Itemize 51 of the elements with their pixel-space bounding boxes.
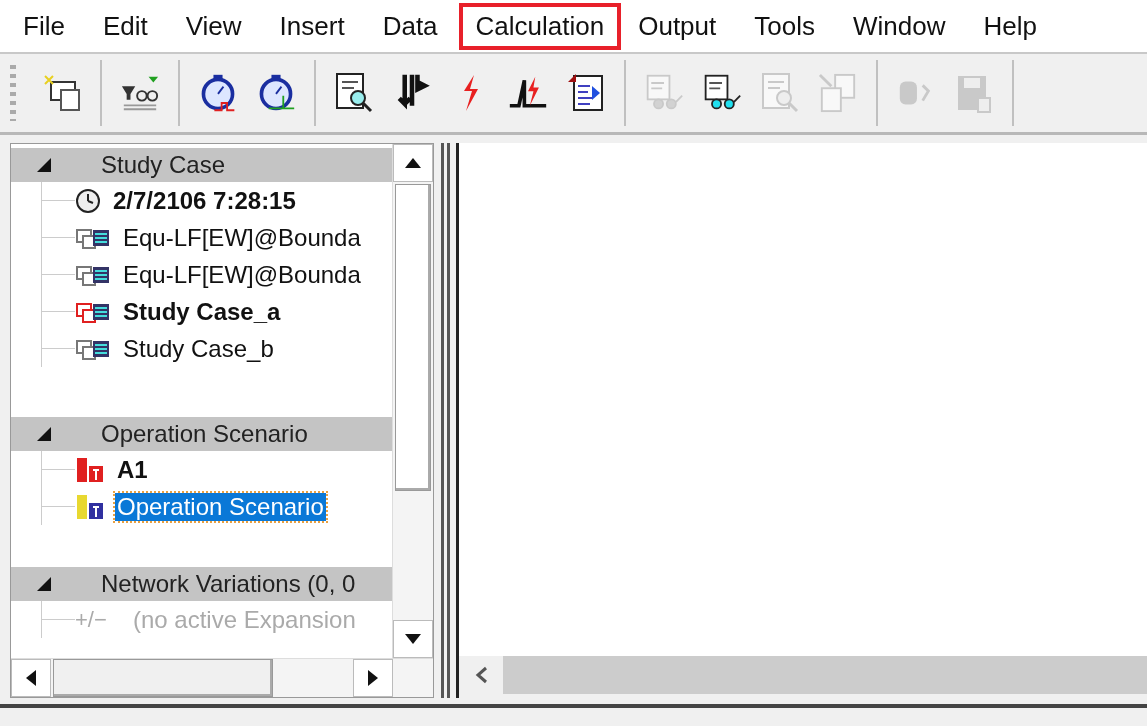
menu-item[interactable]: Data [365,2,455,50]
document-search-icon [334,72,374,114]
expand-triangle-icon[interactable] [35,156,53,174]
menu-item[interactable]: Edit [85,2,165,50]
clock-icon [75,187,101,214]
tree-item[interactable]: Equ-LF[EW]@Bounda [121,260,363,289]
section-title: Operation Scenario [101,420,308,448]
menu-item[interactable]: Insert [262,2,362,50]
scroll-up-button[interactable] [393,144,433,182]
horizontal-scrollbar[interactable] [11,658,433,697]
scroll-left-button[interactable] [11,659,51,697]
menu-item[interactable]: View [168,2,259,50]
chevron-left-icon [474,666,488,684]
vertical-scrollbar[interactable] [392,144,433,658]
menu-item[interactable]: Calculation [458,2,622,50]
section-title: Study Case [101,151,226,179]
section-title: Network Variations (0, 0 [101,570,356,598]
scroll-left-button[interactable] [459,656,503,694]
plus-minus-symbol: +/− [75,606,108,633]
expand-triangle-icon[interactable] [35,575,53,593]
scroll-right-button[interactable] [353,659,393,697]
menu-item[interactable]: Output [621,2,734,50]
filter-glasses-icon [120,74,160,112]
tree-item[interactable]: Equ-LF[EW]@Bounda [121,223,363,252]
scenario-icon [75,455,105,484]
right-arrow-icon [368,670,378,686]
scroll-thumb[interactable] [395,184,431,491]
scenario-icon [75,492,105,521]
document-search-icon [760,72,800,114]
up-arrow-icon [405,158,421,168]
scroll-down-button[interactable] [393,620,433,658]
tree-item[interactable]: Operation Scenario [115,492,326,521]
menu-item[interactable]: File [6,2,82,50]
expand-triangle-icon[interactable] [35,425,53,443]
left-arrow-icon [26,670,36,686]
tree-item[interactable]: 2/7/2106 7:28:15 [111,186,298,215]
tree-item[interactable]: Study Case_a [121,297,283,326]
tree-item[interactable]: A1 [115,455,150,484]
section-header[interactable]: Network Variations (0, 0 [11,567,392,601]
section-header[interactable]: Operation Scenario [11,417,392,451]
menu-item[interactable]: Help [966,2,1054,50]
window-icon [43,74,81,112]
menu-item[interactable]: Window [835,2,963,50]
down-arrow-icon [405,634,421,644]
scroll-thumb[interactable] [53,659,273,697]
horizontal-scrollbar[interactable] [459,656,1147,698]
document-edit-icon [818,72,858,114]
tree-item[interactable]: Study Case_b [121,334,276,363]
section-header[interactable]: Study Case [11,148,392,182]
menu-item[interactable]: Tools [737,2,832,50]
document-arrow-icon [566,72,606,114]
